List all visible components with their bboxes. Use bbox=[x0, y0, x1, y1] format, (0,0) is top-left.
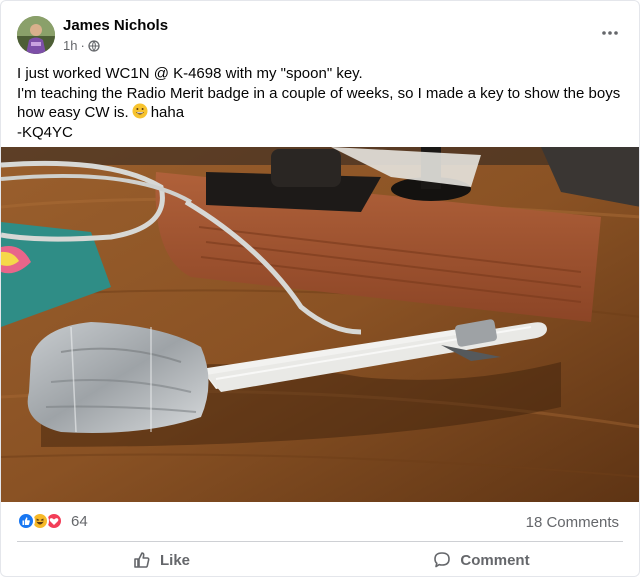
post-meta: 1h · bbox=[63, 38, 100, 53]
globe-icon bbox=[88, 39, 100, 52]
like-label: Like bbox=[159, 551, 190, 569]
post-line: -KQ4YC bbox=[17, 123, 73, 141]
post-card: James Nichols 1h · I just worked WC1N @ … bbox=[0, 0, 640, 577]
reaction-count: 64 bbox=[71, 512, 88, 530]
more-options-icon[interactable] bbox=[599, 23, 621, 43]
post-text: I just worked WC1N @ K-4698 with my "spo… bbox=[17, 64, 623, 142]
post-actions: Like Comment bbox=[1, 542, 639, 576]
author-name[interactable]: James Nichols bbox=[63, 17, 168, 34]
post-line: I'm teaching the Radio Merit badge in a … bbox=[17, 84, 625, 122]
meta-separator: · bbox=[80, 38, 85, 53]
comment-bubble-icon bbox=[434, 552, 451, 568]
post-line: I just worked WC1N @ K-4698 with my "spo… bbox=[17, 65, 363, 82]
grinning-face-emoji-icon bbox=[132, 103, 148, 119]
comment-label: Comment bbox=[460, 551, 530, 569]
thumbs-up-icon bbox=[134, 552, 150, 568]
reactions-summary[interactable]: 64 bbox=[17, 512, 88, 530]
comments-count-link[interactable]: 18 Comments bbox=[526, 514, 619, 531]
like-reaction-icon bbox=[17, 512, 35, 530]
post-line-with-emoji: I'm teaching the Radio Merit badge in a … bbox=[17, 84, 623, 123]
like-button[interactable]: Like bbox=[1, 542, 321, 576]
post-photo[interactable] bbox=[1, 147, 639, 502]
post-time[interactable]: 1h bbox=[63, 38, 77, 53]
avatar[interactable] bbox=[17, 16, 55, 54]
post-line: haha bbox=[150, 104, 185, 121]
reaction-icons bbox=[17, 512, 63, 530]
comment-button[interactable]: Comment bbox=[321, 542, 639, 576]
post-header: James Nichols 1h · bbox=[1, 1, 639, 65]
